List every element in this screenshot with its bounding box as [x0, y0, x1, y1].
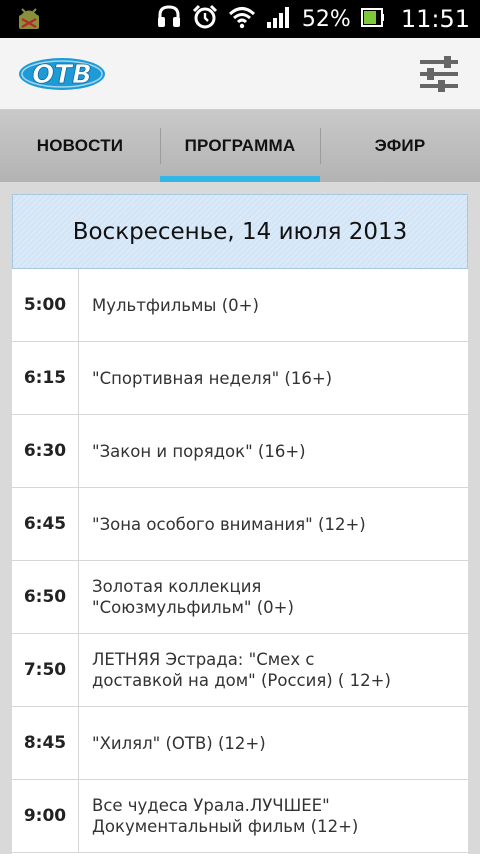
status-bar: 52% 11:51 [0, 0, 480, 38]
schedule-row[interactable]: 9:00 Все чудеса Урала.ЛУЧШЕЕ" Документал… [12, 780, 468, 853]
tab-program[interactable]: ПРОГРАММА [160, 110, 320, 182]
schedule-title: ЛЕТНЯЯ Эстрада: "Смех с доставкой на дом… [92, 650, 391, 690]
android-debug-icon [16, 6, 42, 32]
schedule-time: 6:50 [12, 561, 79, 633]
schedule-title: "Зона особого внимания" (12+) [92, 514, 366, 534]
headset-icon [156, 5, 182, 33]
schedule-time: 7:50 [12, 634, 79, 706]
app-bar: ОТВ [0, 38, 480, 110]
tab-bar: НОВОСТИ ПРОГРАММА ЭФИР [0, 110, 480, 182]
tab-live[interactable]: ЭФИР [320, 110, 480, 182]
schedule-row[interactable]: 6:30 "Закон и порядок" (16+) [12, 415, 468, 488]
day-header: Воскресенье, 14 июля 2013 [12, 194, 468, 269]
schedule-title: Золотая коллекция "Союзмульфильм" (0+) [92, 577, 294, 617]
svg-text:ОТВ: ОТВ [32, 60, 92, 90]
wifi-icon [228, 5, 256, 33]
schedule-title: "Спортивная неделя" (16+) [92, 368, 333, 388]
alarm-icon [192, 4, 218, 34]
settings-button[interactable] [418, 54, 460, 94]
schedule-time: 9:00 [12, 780, 79, 852]
tab-news[interactable]: НОВОСТИ [0, 110, 160, 182]
schedule-row[interactable]: 6:45 "Зона особого внимания" (12+) [12, 488, 468, 561]
schedule-row[interactable]: 5:00 Мультфильмы (0+) [12, 269, 468, 342]
schedule-title: "Хилял" (ОТВ) (12+) [92, 733, 266, 753]
schedule-time: 6:30 [12, 415, 79, 487]
battery-percent: 52% [301, 6, 351, 32]
status-clock: 11:51 [400, 5, 470, 33]
battery-icon [360, 6, 385, 32]
schedule-time: 8:45 [12, 707, 79, 779]
schedule-title: Мультфильмы (0+) [92, 295, 259, 315]
schedule-row[interactable]: 7:50 ЛЕТНЯЯ Эстрада: "Смех с доставкой н… [12, 634, 468, 707]
otv-logo[interactable]: ОТВ [18, 54, 106, 94]
schedule-row[interactable]: 6:50 Золотая коллекция "Союзмульфильм" (… [12, 561, 468, 634]
signal-icon [266, 5, 292, 33]
schedule-row[interactable]: 8:45 "Хилял" (ОТВ) (12+) [12, 707, 468, 780]
schedule-title: Все чудеса Урала.ЛУЧШЕЕ" Документальный … [92, 796, 359, 836]
schedule-title: "Закон и порядок" (16+) [92, 441, 306, 461]
schedule-time: 6:45 [12, 488, 79, 560]
schedule-time: 6:15 [12, 342, 79, 414]
schedule-card: Воскресенье, 14 июля 2013 5:00 Мультфиль… [12, 194, 468, 854]
schedule-row[interactable]: 6:15 "Спортивная неделя" (16+) [12, 342, 468, 415]
sliders-icon [420, 56, 458, 92]
schedule-time: 5:00 [12, 269, 79, 341]
